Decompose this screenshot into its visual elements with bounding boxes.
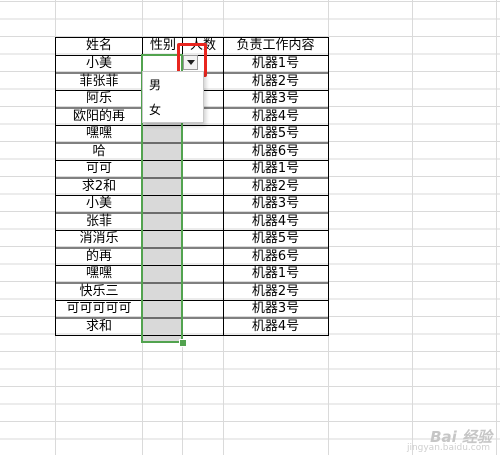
cell-duty[interactable]: 机器4号	[223, 318, 328, 336]
cell-name[interactable]: 消消乐	[55, 230, 143, 248]
cell-duty[interactable]: 机器4号	[223, 213, 328, 231]
cell-duty[interactable]: 机器2号	[223, 73, 328, 91]
cell-duty[interactable]: 机器2号	[223, 178, 328, 196]
cell-name[interactable]: 哈	[55, 143, 143, 161]
cell-name[interactable]: 求2和	[55, 178, 143, 196]
cell-duty[interactable]: 机器5号	[223, 230, 328, 248]
cell-name[interactable]: 的再	[55, 248, 143, 266]
cell-name[interactable]: 菲张菲	[55, 73, 143, 91]
cell-duty[interactable]: 机器4号	[223, 108, 328, 126]
cell-name[interactable]: 小美	[55, 195, 143, 213]
cell-duty[interactable]: 机器6号	[223, 143, 328, 161]
fill-handle[interactable]	[179, 339, 187, 347]
data-table: 姓名 性别 人数 负责工作内容 小美 机器1号 菲张菲 机器2号 阿乐 机器3号 欧阳的再机…	[0, 0, 500, 455]
cell-name[interactable]: 阿乐	[55, 90, 143, 108]
cell-duty[interactable]: 机器3号	[223, 300, 328, 318]
header-name: 姓名	[85, 38, 112, 53]
dropdown-list: 男 女	[142, 71, 204, 123]
cell-name[interactable]: 嘿嘿	[55, 125, 143, 143]
cell-duty[interactable]: 机器3号	[223, 195, 328, 213]
cell-duty[interactable]: 机器6号	[223, 248, 328, 266]
cell-name[interactable]: 欧阳的再	[55, 108, 143, 126]
cell-name[interactable]: 可可可可可	[55, 300, 143, 318]
cell-duty[interactable]: 机器1号	[223, 160, 328, 178]
cell-duty[interactable]: 机器5号	[223, 125, 328, 143]
cell-name[interactable]: 可可	[55, 160, 143, 178]
cell-duty[interactable]: 机器3号	[223, 90, 328, 108]
cell-name[interactable]: 嘿嘿	[55, 265, 143, 283]
cell-name[interactable]: 小美	[55, 55, 143, 73]
cell-duty[interactable]: 机器1号	[223, 55, 328, 73]
dropdown-option-male[interactable]: 男	[143, 74, 203, 96]
cell-name[interactable]: 张菲	[55, 213, 143, 231]
cell-duty[interactable]: 机器1号	[223, 265, 328, 283]
cell-name[interactable]: 快乐三	[55, 283, 143, 301]
dropdown-option-female[interactable]: 女	[143, 99, 203, 121]
cell-name[interactable]: 求和	[55, 318, 143, 336]
watermark-url: jingyan.baidu.com	[406, 443, 490, 453]
cell-duty[interactable]: 机器2号	[223, 283, 328, 301]
header-duty: 负责工作内容	[236, 38, 315, 53]
